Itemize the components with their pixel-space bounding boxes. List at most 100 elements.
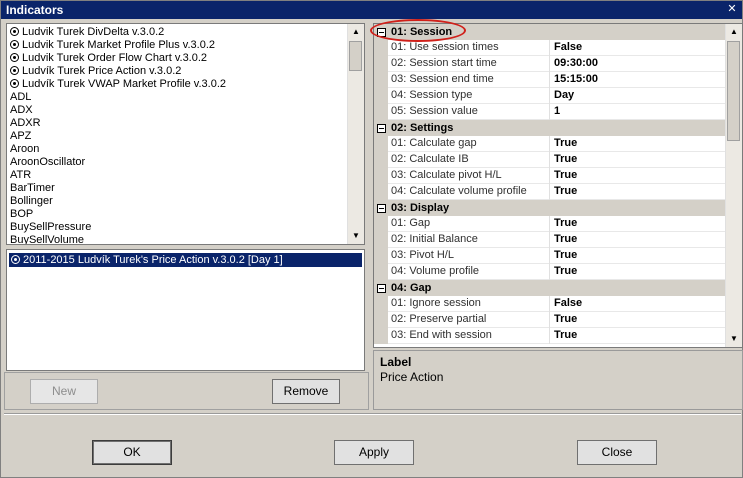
close-button[interactable]: Close [577,440,657,465]
property-name: 02: Preserve partial [391,312,550,328]
list-item[interactable]: BuySellPressure [7,221,348,234]
footer-divider [4,413,741,415]
property-name: 03: End with session [391,328,550,344]
description-panel: Label Price Action [373,350,743,410]
property-row[interactable]: 02: Calculate IB True [374,152,726,168]
property-margin [374,296,388,312]
property-value[interactable]: 15:15:00 [554,72,598,87]
properties-grid: 01: Session 01: Use session times False 02:… [373,23,743,348]
property-name: 02: Initial Balance [391,232,550,248]
property-value[interactable]: True [554,216,577,231]
property-value[interactable]: 09:30:00 [554,56,598,71]
property-row[interactable]: 01: Use session times False [374,40,726,56]
list-item[interactable]: Ludvík Turek VWAP Market Profile v.3.0.2 [7,78,348,91]
list-item[interactable]: BOP [7,208,348,221]
property-row[interactable]: 03: End with session True [374,328,726,344]
remove-button[interactable]: Remove [272,379,340,404]
property-row[interactable]: 02: Initial Balance True [374,232,726,248]
property-value[interactable]: True [554,248,577,263]
category-row[interactable]: 01: Session [374,24,726,40]
list-item-label: AroonOscillator [10,156,86,168]
list-item[interactable]: Ludvik Turek Market Profile Plus v.3.0.2 [7,39,348,52]
property-margin [374,104,388,120]
collapse-toggle-icon[interactable] [377,124,386,133]
property-name: 04: Session type [391,88,550,104]
property-margin [374,72,388,88]
property-row[interactable]: 02: Session start time 09:30:00 [374,56,726,72]
property-row[interactable]: 01: Calculate gap True [374,136,726,152]
list-item-label: ATR [10,169,32,181]
list-item[interactable]: AroonOscillator [7,156,348,169]
scroll-up-arrow-icon[interactable]: ▲ [348,24,364,40]
property-value[interactable]: False [554,40,582,55]
list-item[interactable]: Bollinger [7,195,348,208]
property-value[interactable]: 1 [554,104,560,119]
indicators-dialog: Indicators ✕ Ludvik Turek DivDelta v.3.0… [0,0,743,478]
collapse-toggle-icon[interactable] [377,204,386,213]
property-value[interactable]: True [554,168,577,183]
indicator-list-scrollbar[interactable]: ▲ ▼ [347,24,364,244]
apply-button[interactable]: Apply [334,440,414,465]
property-row[interactable]: 03: Pivot H/L True [374,248,726,264]
list-item[interactable]: BarTimer [7,182,348,195]
property-row[interactable]: 03: Calculate pivot H/L True [374,168,726,184]
scroll-down-arrow-icon[interactable]: ▼ [726,331,742,347]
scroll-up-arrow-icon[interactable]: ▲ [726,24,742,40]
collapse-toggle-icon[interactable] [377,284,386,293]
list-item-label: Ludvik Turek Order Flow Chart v.3.0.2 [22,52,208,64]
list-item-label: ADXR [10,117,41,129]
list-item[interactable]: Aroon [7,143,348,156]
close-window-icon[interactable]: ✕ [725,3,739,16]
list-item[interactable]: ADL [7,91,348,104]
property-margin [374,264,388,280]
collapse-toggle-icon[interactable] [377,28,386,37]
applied-indicator-label: 2011-2015 Ludvík Turek's Price Action v.… [23,254,283,266]
scroll-thumb[interactable] [349,41,362,71]
list-item[interactable]: APZ [7,130,348,143]
list-item[interactable]: Ludvik Turek Order Flow Chart v.3.0.2 [7,52,348,65]
list-item[interactable]: BuySellVolume [7,234,348,244]
ok-button[interactable]: OK [92,440,172,465]
scroll-thumb[interactable] [727,41,740,141]
property-value[interactable]: True [554,328,577,343]
category-row[interactable]: 02: Settings [374,120,726,136]
property-name: 01: Gap [391,216,550,232]
property-row[interactable]: 04: Volume profile True [374,264,726,280]
property-row[interactable]: 01: Ignore session False [374,296,726,312]
list-item-label: BarTimer [10,182,55,194]
category-row[interactable]: 03: Display [374,200,726,216]
indicator-list-items: Ludvik Turek DivDelta v.3.0.2 Ludvik Ture… [7,24,348,244]
property-margin [374,152,388,168]
new-button[interactable]: New [30,379,98,404]
properties-grid-rows: 01: Session 01: Use session times False 02:… [374,24,726,347]
property-row[interactable]: 01: Gap True [374,216,726,232]
property-value[interactable]: True [554,184,577,199]
radio-icon [10,66,19,75]
list-item[interactable]: ATR [7,169,348,182]
property-row[interactable]: 04: Session type Day [374,88,726,104]
property-value[interactable]: True [554,264,577,279]
list-item-label: ADX [10,104,33,116]
scroll-down-arrow-icon[interactable]: ▼ [348,228,364,244]
property-value[interactable]: Day [554,88,574,103]
list-item[interactable]: Ludvik Turek DivDelta v.3.0.2 [7,26,348,39]
list-item[interactable]: ADXR [7,117,348,130]
category-row[interactable]: 04: Gap [374,280,726,296]
property-row[interactable]: 05: Session value 1 [374,104,726,120]
list-item-label: BuySellVolume [10,234,84,244]
property-value[interactable]: True [554,152,577,167]
applied-indicator-item[interactable]: 2011-2015 Ludvík Turek's Price Action v.… [9,253,362,267]
list-item[interactable]: Ludvík Turek Price Action v.3.0.2 [7,65,348,78]
property-value[interactable]: True [554,312,577,327]
available-indicators-list[interactable]: Ludvik Turek DivDelta v.3.0.2 Ludvik Ture… [6,23,365,245]
applied-indicators-list[interactable]: 2011-2015 Ludvík Turek's Price Action v.… [6,249,365,371]
property-row[interactable]: 04: Calculate volume profile True [374,184,726,200]
list-item[interactable]: ADX [7,104,348,117]
property-value[interactable]: True [554,232,577,247]
property-row[interactable]: 02: Preserve partial True [374,312,726,328]
properties-scrollbar[interactable]: ▲ ▼ [725,24,742,347]
list-item-label: Ludvik Turek DivDelta v.3.0.2 [22,26,165,38]
property-row[interactable]: 03: Session end time 15:15:00 [374,72,726,88]
property-value[interactable]: True [554,136,577,151]
property-value[interactable]: False [554,296,582,311]
